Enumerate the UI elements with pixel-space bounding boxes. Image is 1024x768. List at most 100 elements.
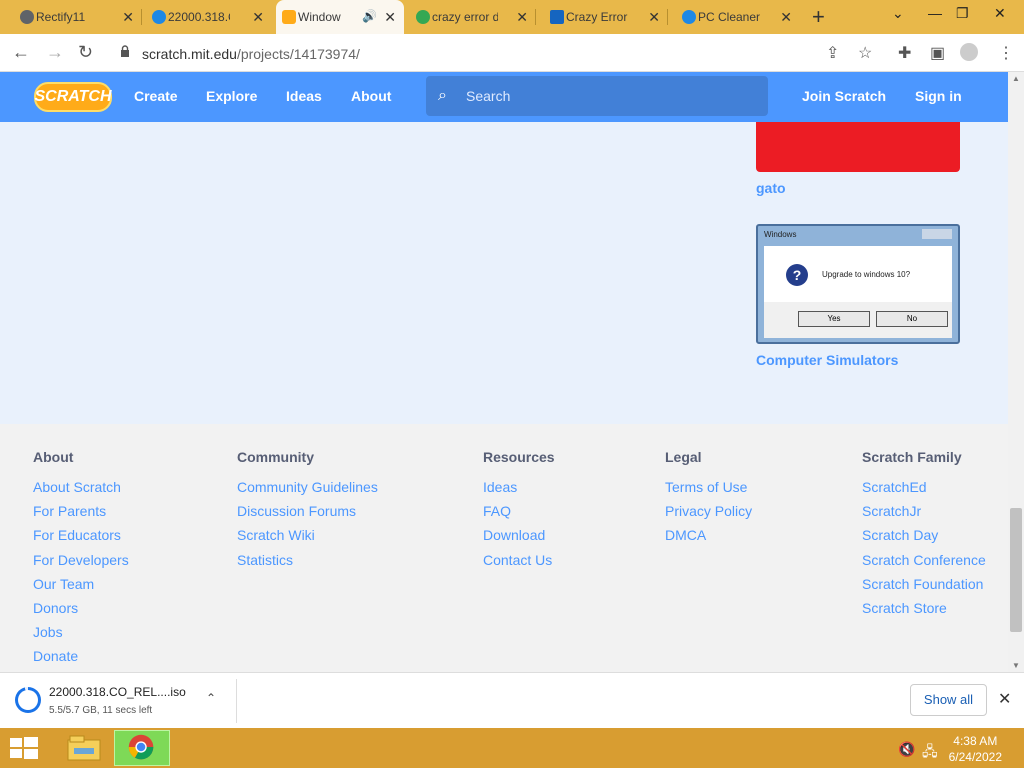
extensions-icon[interactable]: ✚ <box>898 43 911 63</box>
footer-heading: About <box>33 449 74 465</box>
show-all-button[interactable]: Show all <box>910 684 987 716</box>
project-thumbnail-computer-simulators[interactable]: Windows ? Upgrade to windows 10? Yes No <box>756 224 960 344</box>
back-button[interactable]: ← <box>12 42 30 63</box>
footer-link[interactable]: Scratch Day <box>862 527 986 551</box>
close-icon[interactable]: ✕ <box>516 9 528 26</box>
footer-link[interactable]: Contact Us <box>483 552 555 576</box>
divider <box>236 679 237 723</box>
nav-ideas[interactable]: Ideas <box>286 88 322 104</box>
download-file-icon[interactable] <box>15 687 41 713</box>
windows-taskbar: 🔇 🖧 4:38 AM 6/24/2022 <box>0 728 1024 768</box>
download-status: 5.5/5.7 GB, 11 secs left <box>49 705 153 716</box>
footer-link[interactable]: Terms of Use <box>665 479 752 503</box>
tab-22000[interactable]: 22000.318.C ✕ <box>146 0 272 34</box>
site-footer: About About Scratch For Parents For Educ… <box>0 424 1008 672</box>
tab-crazy-error-s[interactable]: Crazy Error S ✕ <box>544 0 668 34</box>
footer-link[interactable]: Donate <box>33 648 129 672</box>
tab-crazy-error[interactable]: crazy error d ✕ <box>410 0 536 34</box>
tab-separator <box>667 9 668 25</box>
system-clock[interactable]: 4:38 AM 6/24/2022 <box>949 733 1002 765</box>
close-icon[interactable]: ✕ <box>648 9 660 26</box>
share-icon[interactable]: ⇪ <box>826 43 839 63</box>
tab-rectify11[interactable]: Rectify11 ✕ <box>14 0 142 34</box>
file-explorer-icon[interactable] <box>56 730 112 766</box>
dialog-yes-button: Yes <box>798 311 870 327</box>
tab-pc-cleaner[interactable]: PC Cleaner C ✕ <box>676 0 800 34</box>
footer-link[interactable]: Donors <box>33 600 129 624</box>
favicon-icon <box>416 10 430 24</box>
search-placeholder: Search <box>466 88 511 104</box>
project-title-computer-simulators[interactable]: Computer Simulators <box>756 352 898 368</box>
minimize-button[interactable]: — <box>928 5 942 21</box>
close-window-button[interactable]: ✕ <box>994 5 1006 22</box>
new-tab-button[interactable]: + <box>812 4 825 30</box>
footer-link[interactable]: For Developers <box>33 552 129 576</box>
footer-link[interactable]: Community Guidelines <box>237 479 378 503</box>
sign-in-link[interactable]: Sign in <box>915 88 962 104</box>
forward-button[interactable]: → <box>46 42 64 63</box>
address-bar[interactable]: scratch.mit.edu/projects/14173974/ <box>112 39 882 67</box>
restore-button[interactable]: ❐ <box>956 5 969 22</box>
scratch-logo[interactable]: SCRATCH <box>34 82 112 112</box>
close-icon[interactable]: ✕ <box>122 9 134 26</box>
network-icon[interactable]: 🖧 <box>922 741 938 765</box>
tab-title: Window <box>298 10 341 24</box>
footer-link[interactable]: Scratch Foundation <box>862 576 986 600</box>
footer-link[interactable]: DMCA <box>665 527 752 551</box>
close-icon[interactable]: ✕ <box>384 9 396 26</box>
close-icon[interactable]: ✕ <box>998 689 1011 709</box>
search-input[interactable]: ⌕ Search <box>426 76 768 116</box>
footer-link[interactable]: Scratch Store <box>862 600 986 624</box>
footer-link[interactable]: Our Team <box>33 576 129 600</box>
nav-about[interactable]: About <box>351 88 391 104</box>
scroll-down-icon[interactable]: ▼ <box>1012 661 1020 670</box>
scroll-up-icon[interactable]: ▲ <box>1012 74 1020 83</box>
tab-title: Rectify11 <box>36 10 86 24</box>
scratch-header: SCRATCH Create Explore Ideas About ⌕ Sea… <box>0 72 1008 122</box>
footer-link[interactable]: Ideas <box>483 479 555 503</box>
dialog-body: ? Upgrade to windows 10? <box>764 246 952 302</box>
project-thumbnail-gato[interactable] <box>756 122 960 172</box>
bookmark-star-icon[interactable]: ☆ <box>858 43 872 63</box>
chrome-icon[interactable] <box>114 730 170 766</box>
menu-icon[interactable]: ⋮ <box>998 43 1014 63</box>
side-panel-icon[interactable]: ▣ <box>930 43 945 63</box>
reload-button[interactable]: ↻ <box>78 42 93 63</box>
close-icon[interactable]: ✕ <box>780 9 792 26</box>
nav-create[interactable]: Create <box>134 88 178 104</box>
footer-link[interactable]: Scratch Wiki <box>237 527 378 551</box>
speaker-icon[interactable]: 🔊 <box>362 9 377 23</box>
footer-link[interactable]: Scratch Conference <box>862 552 986 576</box>
lock-icon <box>121 45 129 57</box>
footer-link[interactable]: Download <box>483 527 555 551</box>
footer-link[interactable]: ScratchEd <box>862 479 986 503</box>
footer-link[interactable]: Discussion Forums <box>237 503 378 527</box>
page-scrollbar[interactable]: ▲ ▼ <box>1008 72 1024 672</box>
search-icon: ⌕ <box>438 87 447 104</box>
project-title-gato[interactable]: gato <box>756 180 786 196</box>
join-scratch-link[interactable]: Join Scratch <box>802 88 886 104</box>
close-icon[interactable]: ✕ <box>252 9 264 26</box>
footer-column-about: About About Scratch For Parents For Educ… <box>33 449 129 673</box>
footer-link[interactable]: ScratchJr <box>862 503 986 527</box>
footer-link[interactable]: For Educators <box>33 527 129 551</box>
profile-avatar-icon[interactable] <box>960 43 978 61</box>
footer-heading: Resources <box>483 449 555 465</box>
tab-window[interactable]: Window 🔊 ✕ <box>276 0 404 34</box>
speaker-muted-icon[interactable]: 🔇 <box>898 741 915 758</box>
footer-link[interactable]: FAQ <box>483 503 555 527</box>
footer-link[interactable]: Statistics <box>237 552 378 576</box>
footer-link[interactable]: Jobs <box>33 624 129 648</box>
nav-explore[interactable]: Explore <box>206 88 257 104</box>
footer-link[interactable]: For Parents <box>33 503 129 527</box>
tab-title: Crazy Error S <box>566 10 628 24</box>
windows-start-icon[interactable] <box>8 736 40 760</box>
scrollbar-thumb[interactable] <box>1010 508 1022 632</box>
chevron-up-icon[interactable]: ⌃ <box>206 691 216 705</box>
footer-link[interactable]: Privacy Policy <box>665 503 752 527</box>
footer-link[interactable]: About Scratch <box>33 479 129 503</box>
browser-toolbar: ← → ↻ scratch.mit.edu/projects/14173974/… <box>0 34 1024 72</box>
chevron-down-icon[interactable]: ⌄ <box>892 5 904 22</box>
download-filename[interactable]: 22000.318.CO_REL....iso <box>49 685 186 699</box>
download-shelf: 22000.318.CO_REL....iso 5.5/5.7 GB, 11 s… <box>0 672 1024 728</box>
